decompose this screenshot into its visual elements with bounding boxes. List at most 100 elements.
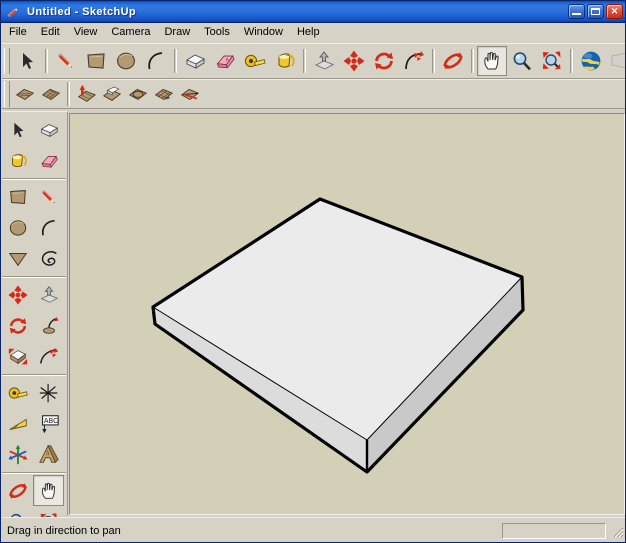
toolbar-tape-measure-button[interactable] — [240, 46, 270, 76]
toolbar-from-scratch-button[interactable] — [38, 81, 64, 107]
toolbar-drape-button[interactable] — [125, 81, 151, 107]
toolbar-smoove-button[interactable] — [73, 81, 99, 107]
toolbar-add-location-button[interactable] — [576, 46, 606, 76]
toolbar-separator — [303, 49, 306, 73]
menu-view[interactable]: View — [67, 24, 105, 42]
toolbar-arc-button[interactable] — [141, 46, 171, 76]
palette-orbit-button[interactable] — [2, 475, 33, 506]
palette-paint-bucket-button[interactable] — [2, 145, 33, 176]
toolbar-eraser-button[interactable]: A — [210, 46, 240, 76]
palette-freehand-button[interactable] — [33, 243, 64, 274]
maximize-icon — [591, 8, 600, 15]
zoom-magnifier-icon — [513, 52, 531, 71]
offset-icon — [40, 285, 58, 303]
push-pull-icon — [186, 54, 205, 69]
menu-tools[interactable]: Tools — [197, 24, 237, 42]
palette-pan-button[interactable] — [33, 475, 64, 506]
toolbar-grip[interactable] — [4, 48, 10, 74]
palette-rectangle-button[interactable] — [2, 181, 33, 212]
menu-file[interactable]: File — [2, 24, 34, 42]
rectangle-icon — [9, 189, 26, 204]
palette-follow-me-button[interactable] — [33, 310, 64, 341]
toolbar-separator — [67, 82, 70, 106]
sketchup-pencil-logo-icon — [4, 1, 24, 23]
move-icon — [343, 50, 365, 72]
palette-group-construction: ABC — [2, 377, 66, 473]
3d-text-icon — [38, 444, 59, 463]
measurement-input[interactable] — [502, 522, 606, 539]
toolbar-offset-button[interactable] — [309, 46, 339, 76]
palette-dimension-button[interactable] — [33, 377, 64, 408]
palette-pushpull-button[interactable] — [33, 114, 64, 145]
palette-arc-button[interactable] — [33, 212, 64, 243]
svg-text:ABC: ABC — [43, 418, 57, 425]
toolbar-grip[interactable] — [4, 81, 10, 107]
rectangle-icon — [87, 53, 105, 69]
menu-edit[interactable]: Edit — [34, 24, 67, 42]
toolbar-line-button[interactable] — [51, 46, 81, 76]
protractor-icon — [9, 418, 27, 430]
palette-move-button[interactable] — [2, 279, 33, 310]
circle-icon — [117, 52, 135, 70]
close-button[interactable]: ✕ — [606, 4, 623, 19]
orbit-icon — [8, 482, 27, 499]
toolbar-follow-me-button[interactable] — [399, 46, 429, 76]
sketchup-window: Untitled - SketchUp ✕ File Edit View Cam… — [0, 0, 626, 543]
freehand-icon — [41, 250, 57, 266]
palette-line-button[interactable] — [33, 181, 64, 212]
toolbar-rectangle-button[interactable] — [81, 46, 111, 76]
resize-grip-icon[interactable] — [610, 524, 624, 538]
toolbar-from-contours-button[interactable] — [12, 81, 38, 107]
palette-tape-measure-button[interactable] — [2, 377, 33, 408]
eraser-icon — [40, 155, 58, 168]
circle-icon — [9, 219, 26, 236]
menu-draw[interactable]: Draw — [157, 24, 197, 42]
toolbar-stamp-button[interactable] — [99, 81, 125, 107]
minimize-button[interactable] — [568, 4, 585, 19]
palette-axes-button[interactable] — [2, 439, 33, 470]
palette-select-button[interactable] — [2, 114, 33, 145]
palette-polygon-button[interactable] — [2, 243, 33, 274]
palette-circle-button[interactable] — [2, 212, 33, 243]
palette-3d-text-button[interactable] — [33, 439, 64, 470]
select-arrow-icon — [13, 122, 23, 137]
text-abc-icon: ABC — [41, 414, 59, 433]
toolbar-pushpull-button[interactable] — [180, 46, 210, 76]
menu-camera[interactable]: Camera — [104, 24, 157, 42]
palette-offset-button[interactable] — [33, 279, 64, 310]
toolbar-move-button[interactable] — [339, 46, 369, 76]
select-arrow-icon — [23, 53, 33, 69]
model-viewport[interactable] — [69, 113, 625, 515]
toolbar-select-button[interactable] — [12, 46, 42, 76]
palette-rotate-button[interactable] — [2, 310, 33, 341]
rotate-icon — [375, 52, 393, 70]
paint-bucket-icon — [11, 153, 27, 167]
pencil-line-icon — [57, 53, 73, 68]
toolbar-photo-textures-button[interactable] — [606, 46, 625, 76]
model-canvas — [70, 114, 624, 514]
polygon-icon — [8, 252, 27, 266]
toolbar-orbit-button[interactable] — [438, 46, 468, 76]
toolbar-zoom-extents-button[interactable] — [537, 46, 567, 76]
palette-eraser-button[interactable] — [33, 145, 64, 176]
maximize-button[interactable] — [587, 4, 604, 19]
toolbar-flip-edge-button[interactable] — [177, 81, 203, 107]
scale-icon — [8, 348, 27, 364]
toolbar-zoom-button[interactable] — [507, 46, 537, 76]
menu-help[interactable]: Help — [290, 24, 327, 42]
arc-icon — [148, 52, 163, 70]
toolbar-add-detail-button[interactable] — [151, 81, 177, 107]
toolbar-rotate-button[interactable] — [369, 46, 399, 76]
pan-hand-icon — [41, 482, 55, 499]
palette-protractor-button[interactable] — [2, 408, 33, 439]
toolbar-paint-bucket-button[interactable] — [270, 46, 300, 76]
toolbar-circle-button[interactable] — [111, 46, 141, 76]
add-detail-icon — [154, 88, 174, 101]
palette-push-button[interactable] — [33, 341, 64, 372]
toolbar-pan-button[interactable] — [477, 46, 507, 76]
title-bar: Untitled - SketchUp ✕ — [1, 1, 625, 23]
menu-window[interactable]: Window — [237, 24, 290, 42]
palette-scale-button[interactable] — [2, 341, 33, 372]
drape-icon — [128, 88, 148, 101]
palette-text-button[interactable]: ABC — [33, 408, 64, 439]
